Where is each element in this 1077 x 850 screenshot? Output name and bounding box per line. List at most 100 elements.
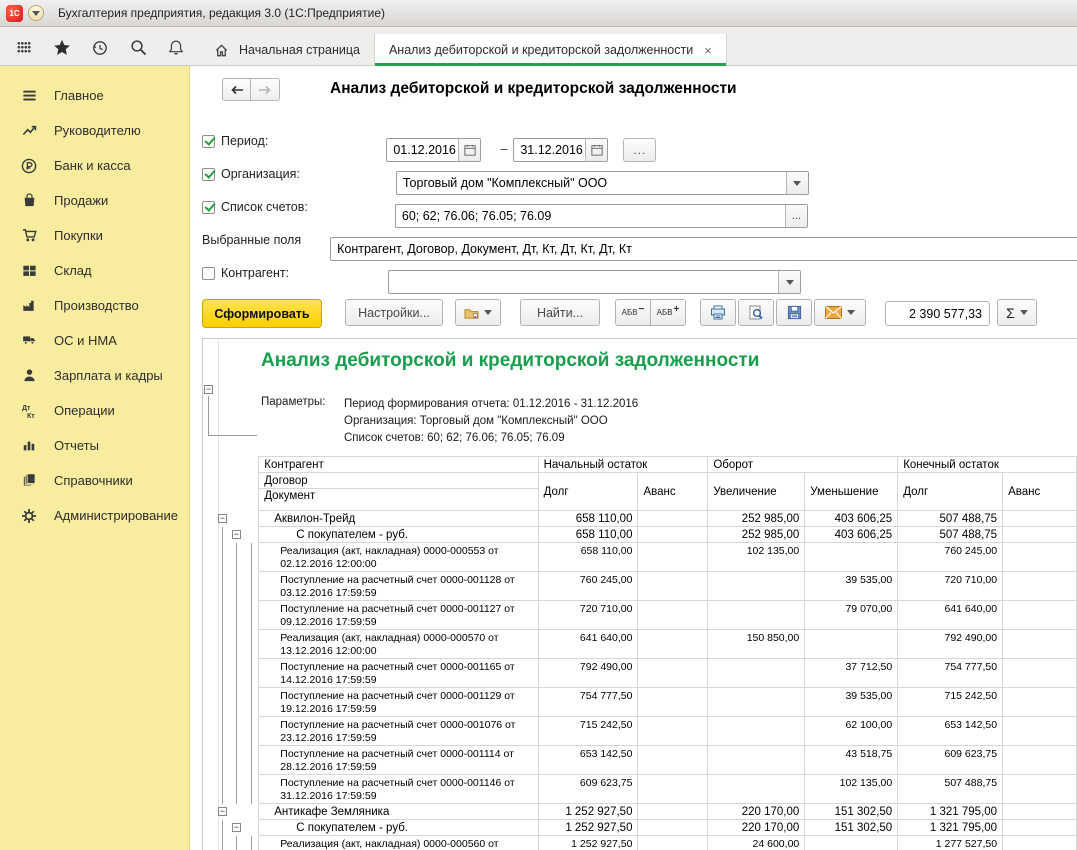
main-menu-dropdown-button[interactable]	[28, 5, 44, 21]
table-row[interactable]: − Аквилон-Трейд 658 110,00 252 985,00 40…	[203, 511, 1077, 527]
tool-button[interactable]	[84, 34, 116, 60]
cell-decrease: 37 712,50	[805, 659, 898, 688]
cell-debt-open: 609 623,75	[538, 775, 638, 804]
sum-button[interactable]: Σ	[997, 299, 1037, 326]
col-decrease[interactable]: Уменьшение	[805, 473, 898, 511]
fields-field[interactable]: Контрагент, Договор, Документ, Дт, Кт, Д…	[330, 237, 1077, 261]
row-name: Поступление на расчетный счет 0000-00112…	[264, 689, 532, 715]
sidebar-item[interactable]: Отчеты	[0, 428, 189, 463]
table-row[interactable]: Поступление на расчетный счет 0000-00112…	[203, 688, 1077, 717]
sidebar-item[interactable]: ДтКт Операции	[0, 393, 189, 428]
col-advance-close[interactable]: Аванс	[1003, 473, 1077, 511]
panel-tabbar: Начальная страница Анализ дебиторской и …	[0, 27, 1077, 66]
bar-chart-icon	[18, 437, 40, 455]
accounts-field[interactable]: 60; 62; 76.06; 76.05; 76.09 ...	[395, 204, 808, 228]
table-row[interactable]: Поступление на расчетный счет 0000-00107…	[203, 717, 1077, 746]
table-row[interactable]: Поступление на расчетный счет 0000-00111…	[203, 746, 1077, 775]
sidebar-item[interactable]: Руководителю	[0, 113, 189, 148]
forward-button[interactable]	[251, 78, 280, 101]
cell-advance-close	[1003, 601, 1077, 630]
cell-debt-open: 658 110,00	[538, 511, 638, 527]
chevron-down-icon	[484, 310, 492, 315]
settings-button[interactable]: Настройки...	[345, 299, 443, 326]
sidebar-item[interactable]: Продажи	[0, 183, 189, 218]
sidebar-item[interactable]: Администрирование	[0, 498, 189, 533]
organization-checkbox[interactable]	[202, 168, 215, 181]
col-document[interactable]: Документ	[259, 489, 538, 511]
send-mail-button[interactable]	[814, 299, 866, 326]
table-row[interactable]: − Антикафе Земляника 1 252 927,50 220 17…	[203, 804, 1077, 820]
table-row[interactable]: − С покупателем - руб. 1 252 927,50 220 …	[203, 820, 1077, 836]
table-row[interactable]: Поступление на расчетный счет 0000-00114…	[203, 775, 1077, 804]
sidebar-item[interactable]: ОС и НМА	[0, 323, 189, 358]
report-area: − Анализ дебиторской и кредиторской задо…	[202, 338, 1077, 850]
col-turnover[interactable]: Оборот	[708, 457, 898, 473]
sidebar-item[interactable]: Производство	[0, 288, 189, 323]
collapse-group-icon[interactable]: −	[232, 530, 241, 539]
calendar-button[interactable]	[458, 139, 480, 161]
tab-close-icon[interactable]: ×	[704, 43, 712, 58]
col-debt-close[interactable]: Долг	[898, 473, 1003, 511]
col-closing-balance[interactable]: Конечный остаток	[898, 457, 1077, 473]
generate-button[interactable]: Сформировать	[202, 299, 322, 328]
collapse-group-icon[interactable]: −	[218, 807, 227, 816]
table-row[interactable]: Реализация (акт, накладная) 0000-000570 …	[203, 630, 1077, 659]
cell-increase: 150 850,00	[708, 630, 805, 659]
counterparty-dropdown-button[interactable]	[778, 271, 800, 293]
collapse-group-icon[interactable]: −	[232, 823, 241, 832]
cell-increase: 220 170,00	[708, 804, 805, 820]
sidebar-item[interactable]: Зарплата и кадры	[0, 358, 189, 393]
tool-button[interactable]	[122, 34, 154, 60]
table-row[interactable]: Поступление на расчетный счет 0000-00116…	[203, 659, 1077, 688]
sidebar-item[interactable]: Главное	[0, 78, 189, 113]
organization-field[interactable]: Торговый дом "Комплексный" ООО	[396, 171, 809, 195]
table-row[interactable]: − С покупателем - руб. 658 110,00 252 98…	[203, 527, 1077, 543]
cell-debt-close: 754 777,50	[898, 659, 1003, 688]
sidebar-item[interactable]: Склад	[0, 253, 189, 288]
cell-debt-open: 653 142,50	[538, 746, 638, 775]
col-debt-open[interactable]: Долг	[538, 473, 638, 511]
tool-button[interactable]	[8, 34, 40, 60]
report-variants-button[interactable]	[455, 299, 501, 326]
tab-home[interactable]: Начальная страница	[196, 34, 374, 66]
print-button[interactable]	[700, 299, 736, 326]
factory-icon	[18, 297, 40, 315]
period-to-field[interactable]: 31.12.2016	[513, 138, 608, 162]
table-row[interactable]: Реализация (акт, накладная) 0000-000553 …	[203, 543, 1077, 572]
col-contract[interactable]: Договор	[259, 473, 538, 489]
counterparty-checkbox[interactable]	[202, 267, 215, 280]
find-button[interactable]: Найти...	[520, 299, 600, 326]
accounts-checkbox[interactable]	[202, 201, 215, 214]
collapse-group-icon[interactable]: −	[218, 514, 227, 523]
table-row[interactable]: Поступление на расчетный счет 0000-00112…	[203, 601, 1077, 630]
calendar-button[interactable]	[585, 139, 607, 161]
cell-advance-close	[1003, 717, 1077, 746]
collapse-report-icon[interactable]: −	[204, 385, 213, 394]
sidebar-item[interactable]: Покупки	[0, 218, 189, 253]
sidebar-item[interactable]: Справочники	[0, 463, 189, 498]
table-row[interactable]: Реализация (акт, накладная) 0000-000560 …	[203, 836, 1077, 850]
save-button[interactable]	[776, 299, 812, 326]
tab-report-active[interactable]: Анализ дебиторской и кредиторской задолж…	[374, 34, 727, 66]
col-advance-open[interactable]: Аванс	[638, 473, 708, 511]
accounts-more-button[interactable]: ...	[785, 205, 807, 227]
col-counterparty[interactable]: Контрагент	[259, 457, 538, 473]
expand-groups-button[interactable]: АБВ+	[650, 299, 686, 326]
period-more-button[interactable]: ...	[623, 138, 656, 162]
counterparty-field[interactable]	[388, 270, 801, 294]
cell-advance-close	[1003, 543, 1077, 572]
collapse-groups-button[interactable]: АБВ−	[615, 299, 651, 326]
sidebar-item[interactable]: Банк и касса	[0, 148, 189, 183]
col-increase[interactable]: Увеличение	[708, 473, 805, 511]
tool-button[interactable]	[160, 34, 192, 60]
col-opening-balance[interactable]: Начальный остаток	[538, 457, 708, 473]
period-from-field[interactable]: 01.12.2016	[386, 138, 481, 162]
back-button[interactable]	[222, 78, 251, 101]
period-checkbox[interactable]	[202, 135, 215, 148]
table-row[interactable]: Поступление на расчетный счет 0000-00112…	[203, 572, 1077, 601]
preview-button[interactable]	[738, 299, 774, 326]
organization-dropdown-button[interactable]	[786, 172, 808, 194]
tool-button[interactable]	[46, 34, 78, 60]
cell-advance-close	[1003, 804, 1077, 820]
cell-advance-open	[638, 511, 708, 527]
